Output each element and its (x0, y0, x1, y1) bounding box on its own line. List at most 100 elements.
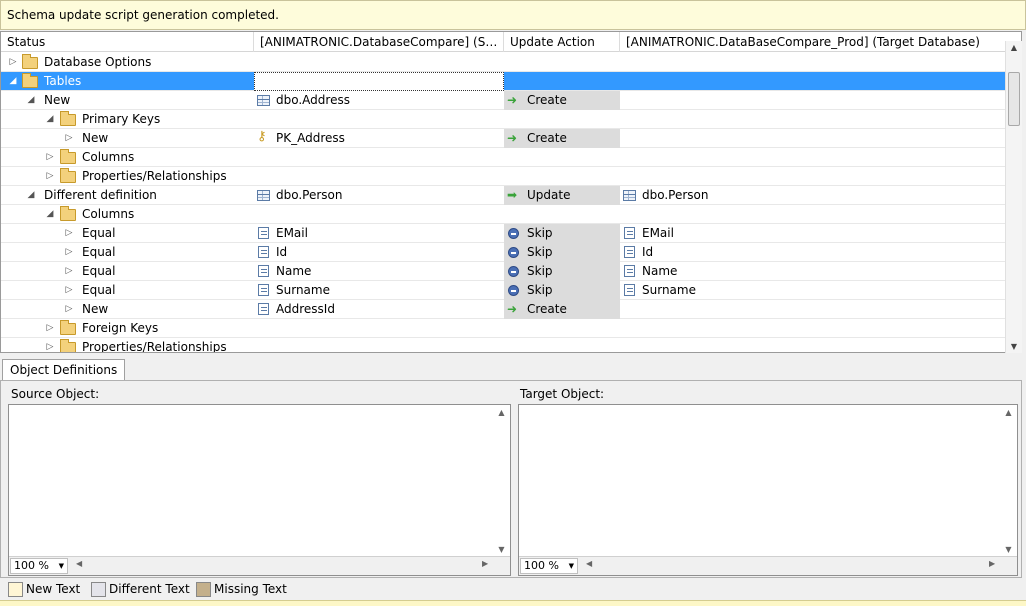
table-icon (257, 190, 270, 201)
zoom-value: 100 % (524, 559, 559, 572)
collapse-arrow-icon[interactable]: ◢ (25, 186, 37, 204)
target-object-name: EMail (642, 226, 674, 240)
expand-arrow-icon[interactable]: ▷ (63, 243, 75, 261)
column-icon (258, 265, 269, 277)
expand-arrow-icon[interactable]: ▷ (44, 148, 56, 166)
action-label[interactable]: Skip (527, 243, 553, 262)
tree-row-selected[interactable]: ◢ Tables (1, 72, 1006, 91)
expand-arrow-icon[interactable]: ▷ (63, 262, 75, 280)
collapse-arrow-icon[interactable]: ◢ (25, 91, 37, 109)
zoom-select[interactable]: 100 % ▼ (10, 558, 68, 574)
scroll-up-arrow-icon[interactable]: ▲ (1006, 43, 1022, 52)
column-icon (258, 246, 269, 258)
source-object-name: AddressId (276, 302, 335, 316)
tree-row[interactable]: ▷ Database Options (1, 53, 1006, 72)
tree-row[interactable]: ▷ Equal Surname Skip Surname (1, 281, 1006, 300)
status-label: Equal (82, 264, 116, 278)
cell-focus-box[interactable] (254, 72, 504, 91)
dropdown-arrow-icon[interactable]: ▼ (569, 559, 574, 573)
tree-row[interactable]: ▷ Foreign Keys (1, 319, 1006, 338)
status-label: New (82, 131, 109, 145)
expand-arrow-icon[interactable]: ▷ (44, 338, 56, 352)
action-label[interactable]: Create (527, 91, 567, 110)
scroll-left-arrow-icon[interactable]: ◀ (76, 559, 82, 568)
tree-row[interactable]: ▷ Properties/Relationships (1, 167, 1006, 186)
action-label[interactable]: Skip (527, 281, 553, 300)
expand-arrow-icon[interactable]: ▷ (44, 167, 56, 185)
expand-arrow-icon[interactable]: ▷ (63, 129, 75, 147)
grid-vertical-scrollbar[interactable]: ▲ ▼ (1005, 41, 1022, 353)
folder-icon (60, 339, 76, 352)
legend-different-text: Different Text (109, 582, 190, 596)
column-header-status[interactable]: Status (1, 32, 254, 52)
expand-arrow-icon[interactable]: ▷ (63, 224, 75, 242)
scroll-down-arrow-icon[interactable]: ▼ (493, 545, 510, 554)
tree-row[interactable]: ▷ Equal Id Skip Id (1, 243, 1006, 262)
source-object-editor[interactable]: ▲ ▼ 100 % ▼ ◀ ▶ (8, 404, 511, 576)
action-label[interactable]: Update (527, 186, 570, 205)
diff-legend: New Text Different Text Missing Text (0, 578, 1026, 600)
expand-arrow-icon[interactable]: ▷ (63, 281, 75, 299)
missing-text-swatch (196, 582, 211, 597)
skip-icon (508, 266, 519, 277)
skip-icon (508, 228, 519, 239)
status-label: Primary Keys (82, 112, 161, 126)
target-object-name: Name (642, 264, 678, 278)
tree-row[interactable]: ▷ Properties/Relationships (1, 338, 1006, 352)
scroll-down-arrow-icon[interactable]: ▼ (1006, 342, 1022, 351)
scroll-right-arrow-icon[interactable]: ▶ (482, 559, 488, 568)
scroll-up-arrow-icon[interactable]: ▲ (493, 408, 510, 417)
editor-vertical-scrollbar[interactable]: ▲ ▼ (1000, 405, 1017, 557)
status-label: Foreign Keys (82, 321, 159, 335)
zoom-value: 100 % (14, 559, 49, 572)
schema-compare-grid[interactable]: Status [ANIMATRONIC.DatabaseCompare] (So… (0, 31, 1022, 353)
target-object-editor[interactable]: ▲ ▼ 100 % ▼ ◀ ▶ (518, 404, 1018, 576)
action-cell-bg (504, 262, 620, 281)
dropdown-arrow-icon[interactable]: ▼ (59, 559, 64, 573)
scroll-down-arrow-icon[interactable]: ▼ (1000, 545, 1017, 554)
skip-icon (508, 285, 519, 296)
tree-row[interactable]: ◢ Different definition dbo.Person ➡ Upda… (1, 186, 1006, 205)
tree-row[interactable]: ▷ New AddressId ➜ Create (1, 300, 1006, 319)
scrollbar-thumb[interactable] (1008, 72, 1020, 126)
folder-icon (60, 206, 76, 221)
zoom-select[interactable]: 100 % ▼ (520, 558, 578, 574)
tab-object-definitions[interactable]: Object Definitions (2, 359, 126, 381)
column-header-action[interactable]: Update Action (504, 32, 620, 52)
info-message: Schema update script generation complete… (7, 8, 279, 22)
expand-arrow-icon[interactable]: ▷ (63, 300, 75, 318)
expand-arrow-icon[interactable]: ▷ (44, 319, 56, 337)
collapse-arrow-icon[interactable]: ◢ (44, 205, 56, 223)
tree-row[interactable]: ▷ Columns (1, 148, 1006, 167)
folder-icon (60, 111, 76, 126)
column-header-source[interactable]: [ANIMATRONIC.DatabaseCompare] (Sourc... (254, 32, 504, 52)
table-icon (623, 190, 636, 201)
action-label[interactable]: Skip (527, 224, 553, 243)
tree-row[interactable]: ▷ Equal Name Skip Name (1, 262, 1006, 281)
table-icon (257, 95, 270, 106)
editor-vertical-scrollbar[interactable]: ▲ ▼ (493, 405, 510, 557)
action-label[interactable]: Create (527, 129, 567, 148)
tree-row[interactable]: ◢ New dbo.Address ➜ Create (1, 91, 1006, 110)
target-object-label: Target Object: (520, 387, 605, 401)
column-header-target[interactable]: [ANIMATRONIC.DataBaseCompare_Prod] (Targ… (620, 32, 1006, 52)
tree-row[interactable]: ▷ New ⚷ PK_Address ➜ Create (1, 129, 1006, 148)
collapse-arrow-icon[interactable]: ◢ (44, 110, 56, 128)
tab-strip: Object Definitions (0, 357, 1026, 381)
action-label[interactable]: Skip (527, 262, 553, 281)
scroll-right-arrow-icon[interactable]: ▶ (989, 559, 995, 568)
collapse-arrow-icon[interactable]: ◢ (7, 72, 19, 90)
tree-row[interactable]: ◢ Primary Keys (1, 110, 1006, 129)
tree-row[interactable]: ◢ Columns (1, 205, 1006, 224)
folder-icon (60, 168, 76, 183)
tree-row[interactable]: ▷ Equal EMail Skip EMail (1, 224, 1006, 243)
different-text-swatch (91, 582, 106, 597)
scroll-left-arrow-icon[interactable]: ◀ (586, 559, 592, 568)
action-label[interactable]: Create (527, 300, 567, 319)
source-object-name: dbo.Person (276, 188, 343, 202)
column-icon (258, 227, 269, 239)
folder-icon (60, 149, 76, 164)
action-cell-bg (504, 281, 620, 300)
scroll-up-arrow-icon[interactable]: ▲ (1000, 408, 1017, 417)
expand-arrow-icon[interactable]: ▷ (7, 53, 19, 71)
